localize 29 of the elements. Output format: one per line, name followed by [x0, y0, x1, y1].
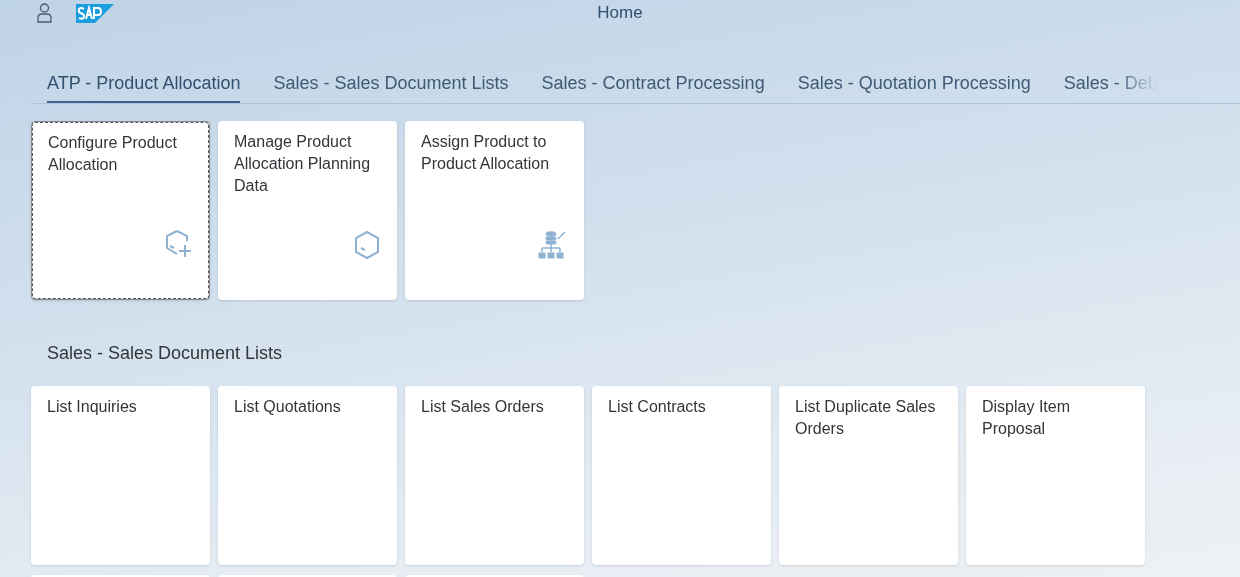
tile-title: List Inquiries	[47, 397, 138, 417]
tile-title: Display Item Proposal	[982, 397, 1072, 439]
app-tile[interactable]: List Sales Orders	[405, 386, 584, 565]
tile-title: List Sales Orders	[421, 397, 545, 417]
logo[interactable]	[76, 3, 114, 23]
app-tile[interactable]: List Inquiries	[31, 386, 210, 565]
user-icon[interactable]	[37, 3, 52, 23]
cube-plus-icon	[163, 229, 193, 259]
tile-title: List Quotations	[234, 397, 342, 417]
tab[interactable]: Sales - Quotation Processing	[797, 54, 1031, 103]
app-tile[interactable]: Assign Product to Product Allocation	[405, 121, 584, 300]
tile-title: List Duplicate Sales Orders	[795, 397, 937, 439]
tile-title: List Contracts	[608, 397, 707, 417]
app-tile[interactable]: List Quotations	[218, 386, 397, 565]
tab[interactable]: Sales - Contract Processing	[541, 54, 765, 103]
app-tile[interactable]: Display Item Proposal	[966, 386, 1145, 565]
group-title: Sales - Sales Document Lists	[47, 342, 284, 365]
page-title: Home	[597, 3, 643, 23]
tile-title: Assign Product to Product Allocation	[421, 132, 551, 174]
tile-title: Configure Product Allocation	[48, 133, 178, 175]
tab[interactable]: ATP - Product Allocation	[47, 54, 241, 103]
tab[interactable]: Sales - Sales Document Lists	[273, 54, 509, 103]
app-tile[interactable]: List Contracts	[592, 386, 771, 565]
app-tile[interactable]: Manage Product Allocation Planning Data	[218, 121, 397, 300]
cube-icon	[353, 230, 381, 260]
hierarchy-icon	[538, 230, 568, 260]
app-tile[interactable]: Configure Product Allocation	[31, 121, 210, 300]
app-tile[interactable]: List Duplicate Sales Orders	[779, 386, 958, 565]
tile-title: Manage Product Allocation Planning Data	[234, 132, 372, 196]
